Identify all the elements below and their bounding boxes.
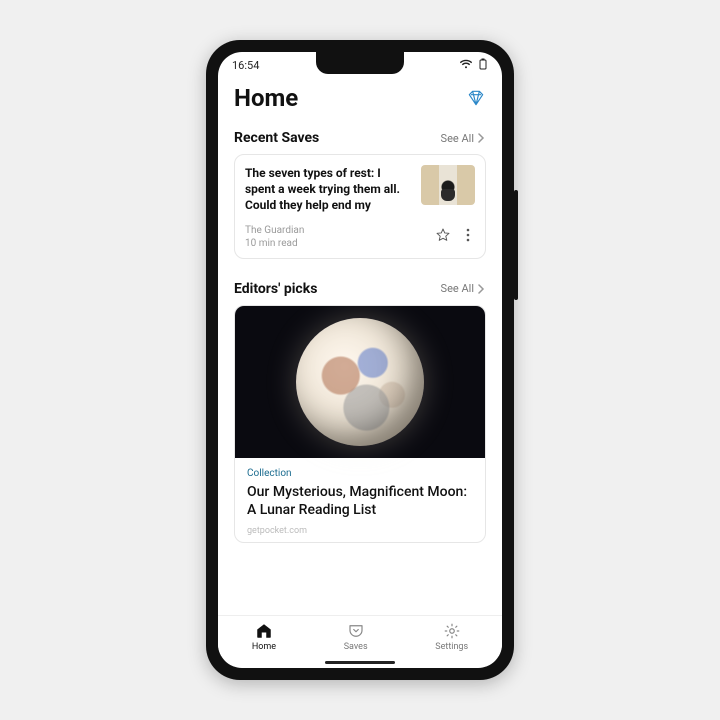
article-source: The Guardian bbox=[245, 224, 304, 237]
saves-icon bbox=[347, 622, 365, 640]
editors-article-title: Our Mysterious, Magnificent Moon: A Luna… bbox=[247, 483, 473, 521]
home-indicator[interactable] bbox=[218, 656, 502, 668]
nav-settings-label: Settings bbox=[435, 642, 468, 652]
favorite-icon[interactable] bbox=[435, 227, 451, 247]
status-time: 16:54 bbox=[232, 59, 259, 72]
card-actions bbox=[435, 227, 475, 247]
editors-picks-header: Editors' picks See All bbox=[234, 281, 486, 297]
screen: 16:54 Home Recent Saves See All bbox=[218, 52, 502, 668]
premium-icon[interactable] bbox=[466, 88, 486, 108]
editors-picks-heading: Editors' picks bbox=[234, 281, 317, 297]
status-icons bbox=[460, 58, 488, 73]
nav-home-label: Home bbox=[252, 642, 276, 652]
content-area: Recent Saves See All The seven types of … bbox=[218, 120, 502, 615]
recent-saves-heading: Recent Saves bbox=[234, 130, 319, 146]
nav-settings[interactable]: Settings bbox=[435, 622, 468, 652]
home-icon bbox=[255, 622, 273, 640]
bottom-nav: Home Saves Settings bbox=[218, 615, 502, 656]
article-meta: The Guardian 10 min read bbox=[245, 224, 304, 250]
card-meta-row: The Guardian 10 min read bbox=[245, 224, 475, 250]
article-title: The seven types of rest: I spent a week … bbox=[245, 165, 411, 214]
notch bbox=[316, 52, 404, 74]
see-all-label: See All bbox=[441, 282, 474, 295]
moon-illustration bbox=[296, 318, 424, 446]
article-thumbnail bbox=[421, 165, 475, 205]
wifi-icon bbox=[460, 59, 472, 72]
editors-see-all-link[interactable]: See All bbox=[441, 282, 486, 295]
card-top: The seven types of rest: I spent a week … bbox=[245, 165, 475, 214]
recent-save-card[interactable]: The seven types of rest: I spent a week … bbox=[234, 154, 486, 259]
collection-tag: Collection bbox=[247, 468, 473, 479]
editors-pick-card[interactable]: Collection Our Mysterious, Magnificent M… bbox=[234, 305, 486, 544]
settings-icon bbox=[443, 622, 461, 640]
nav-saves-label: Saves bbox=[344, 642, 368, 652]
editors-article-domain: getpocket.com bbox=[247, 526, 473, 536]
app-header: Home bbox=[218, 78, 502, 120]
phone-frame: 16:54 Home Recent Saves See All bbox=[206, 40, 514, 680]
recent-saves-header: Recent Saves See All bbox=[234, 130, 486, 146]
nav-home[interactable]: Home bbox=[252, 622, 276, 652]
nav-saves[interactable]: Saves bbox=[344, 622, 368, 652]
article-readtime: 10 min read bbox=[245, 237, 304, 250]
recent-see-all-link[interactable]: See All bbox=[441, 132, 486, 145]
page-title: Home bbox=[234, 84, 298, 112]
chevron-right-icon bbox=[476, 133, 486, 143]
battery-icon bbox=[478, 58, 488, 73]
overflow-menu-icon[interactable] bbox=[461, 227, 475, 247]
see-all-label: See All bbox=[441, 132, 474, 145]
editors-card-body: Collection Our Mysterious, Magnificent M… bbox=[235, 458, 485, 543]
editors-hero-image bbox=[235, 306, 485, 458]
chevron-right-icon bbox=[476, 284, 486, 294]
